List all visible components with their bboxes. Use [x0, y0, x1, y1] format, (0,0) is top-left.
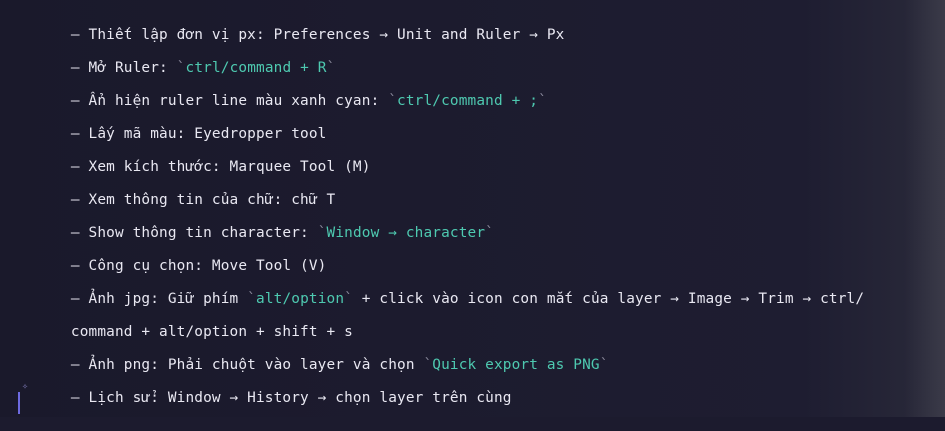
inline-code: Quick export as PNG [432, 357, 600, 373]
code-tick-close: ` [344, 291, 353, 307]
inline-code: Window → character [326, 225, 486, 241]
note-text: – Lịch sử: Window → History → chọn layer… [70, 390, 512, 406]
inline-code: ctrl/command + ; [397, 93, 539, 109]
note-text: – Thiết lập đơn vị px: Preferences → Uni… [70, 27, 565, 43]
note-text: – Ảnh png: Phải chuột vào layer và chọn [70, 357, 424, 373]
note-text: – Ẩn hiện ruler line màu xanh cyan: [70, 93, 389, 109]
note-text: – Ảnh jpg: Giữ phím [70, 291, 248, 307]
note-text: command + alt/option + shift + s [70, 324, 353, 340]
notes-document[interactable]: – Thiết lập đơn vị px: Preferences → Uni… [18, 2, 918, 406]
note-line-px-unit[interactable]: – Thiết lập đơn vị px: Preferences → Uni… [18, 2, 918, 43]
sparkle-icon: ✧ [22, 381, 29, 392]
code-tick-open: ` [247, 291, 256, 307]
note-text: + click vào icon con mắt của layer → Ima… [352, 291, 865, 307]
inline-code: alt/option [256, 291, 345, 307]
editor-page: – Thiết lập đơn vị px: Preferences → Uni… [0, 0, 945, 417]
note-text: – Xem thông tin của chữ: chữ T [70, 192, 336, 208]
note-text: – Mở Ruler: [70, 60, 177, 76]
code-tick-close: ` [326, 60, 336, 76]
note-text: – Lấy mã màu: Eyedropper tool [70, 126, 327, 142]
code-tick-open: ` [388, 93, 398, 109]
note-text: – Show thông tin character: [70, 225, 318, 241]
text-cursor [18, 392, 20, 414]
code-tick-close: ` [599, 357, 609, 373]
code-tick-close: ` [485, 225, 494, 241]
note-text: – Công cụ chọn: Move Tool (V) [70, 258, 327, 274]
code-tick-open: ` [423, 357, 433, 373]
inline-code: ctrl/command + R [185, 60, 327, 76]
code-tick-open: ` [317, 225, 327, 241]
note-text: – Xem kích thước: Marquee Tool (M) [70, 159, 371, 175]
code-tick-close: ` [538, 93, 547, 109]
code-tick-open: ` [176, 60, 186, 76]
